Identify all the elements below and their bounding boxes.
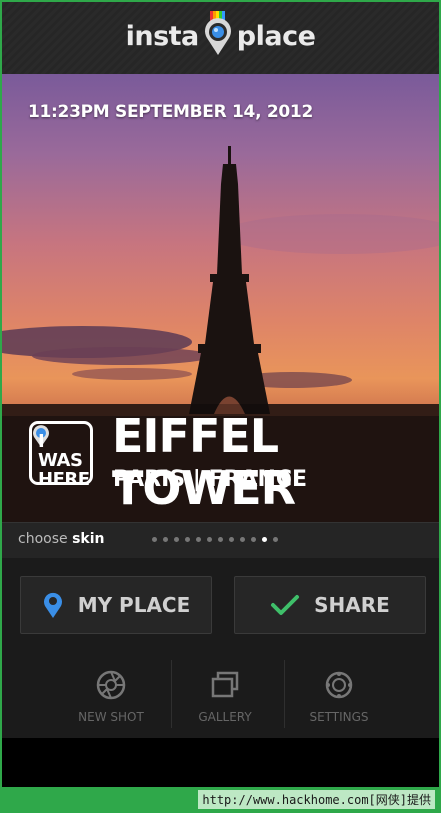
- badge-text: I WAS HERE: [38, 432, 90, 489]
- gallery-tool[interactable]: GALLERY: [168, 658, 282, 730]
- watermark-footer: http://www.hackhome.com[网侠]提供: [0, 787, 441, 813]
- new-shot-tool[interactable]: NEW SHOT: [54, 658, 168, 730]
- settings-tool[interactable]: SETTINGS: [282, 658, 396, 730]
- skin-chooser[interactable]: choose skin: [2, 522, 439, 559]
- checkmark-icon: [271, 595, 300, 615]
- bottom-bar: [2, 738, 439, 787]
- skin-chooser-label: choose skin: [18, 531, 104, 547]
- app-screen: insta place 11:23PM SEPTEMBER 14, 2012 I…: [2, 2, 439, 787]
- gallery-photos-icon: [211, 671, 239, 698]
- skin-dot[interactable]: [240, 537, 245, 542]
- action-panel: MY PLACE SHARE NEW SHOT GALLERY SETTINGS: [2, 558, 439, 738]
- skin-dot[interactable]: [229, 537, 234, 542]
- badge-line-2: HERE: [38, 469, 90, 490]
- skin-label-prefix: choose: [18, 531, 73, 547]
- logo-text-right: place: [236, 20, 316, 52]
- logo-pin-icon: [204, 11, 231, 55]
- gallery-label: GALLERY: [198, 710, 252, 724]
- skin-dot[interactable]: [273, 537, 278, 542]
- my-place-label: MY PLACE: [77, 593, 191, 617]
- camera-aperture-icon: [96, 670, 126, 700]
- place-photo: 11:23PM SEPTEMBER 14, 2012 I WAS HERE EI…: [2, 74, 439, 522]
- share-label: SHARE: [314, 593, 390, 617]
- location-pin-icon: [43, 592, 62, 618]
- badge-line-1: I WAS: [38, 431, 83, 471]
- new-shot-label: NEW SHOT: [78, 710, 144, 724]
- skin-dot[interactable]: [262, 537, 267, 542]
- place-name: EIFFEL TOWER: [112, 409, 296, 515]
- skin-dot[interactable]: [218, 537, 223, 542]
- skin-dot[interactable]: [207, 537, 212, 542]
- watermark-text: http://www.hackhome.com[网侠]提供: [198, 790, 435, 809]
- logo-text-left: insta: [125, 20, 200, 52]
- skin-dot[interactable]: [251, 537, 256, 542]
- app-logo: insta place: [2, 11, 439, 56]
- skin-dot[interactable]: [185, 537, 190, 542]
- skin-label-bold: skin: [72, 531, 105, 547]
- share-button[interactable]: SHARE: [234, 576, 426, 634]
- toolbar: NEW SHOT GALLERY SETTINGS: [54, 658, 396, 730]
- app-header: insta place: [2, 2, 439, 74]
- skin-dot[interactable]: [152, 537, 157, 542]
- device-frame: insta place 11:23PM SEPTEMBER 14, 2012 I…: [0, 0, 441, 813]
- i-was-here-badge: I WAS HERE: [29, 421, 93, 489]
- skin-dot[interactable]: [163, 537, 168, 542]
- skin-page-dots[interactable]: [152, 537, 278, 542]
- photo-datetime: 11:23PM SEPTEMBER 14, 2012: [28, 102, 313, 122]
- my-place-button[interactable]: MY PLACE: [20, 576, 212, 634]
- skin-dot[interactable]: [196, 537, 201, 542]
- skin-dot[interactable]: [174, 537, 179, 542]
- settings-label: SETTINGS: [309, 710, 369, 724]
- place-location: PARIS | FRANCE: [113, 467, 308, 492]
- settings-gear-icon: [325, 671, 353, 699]
